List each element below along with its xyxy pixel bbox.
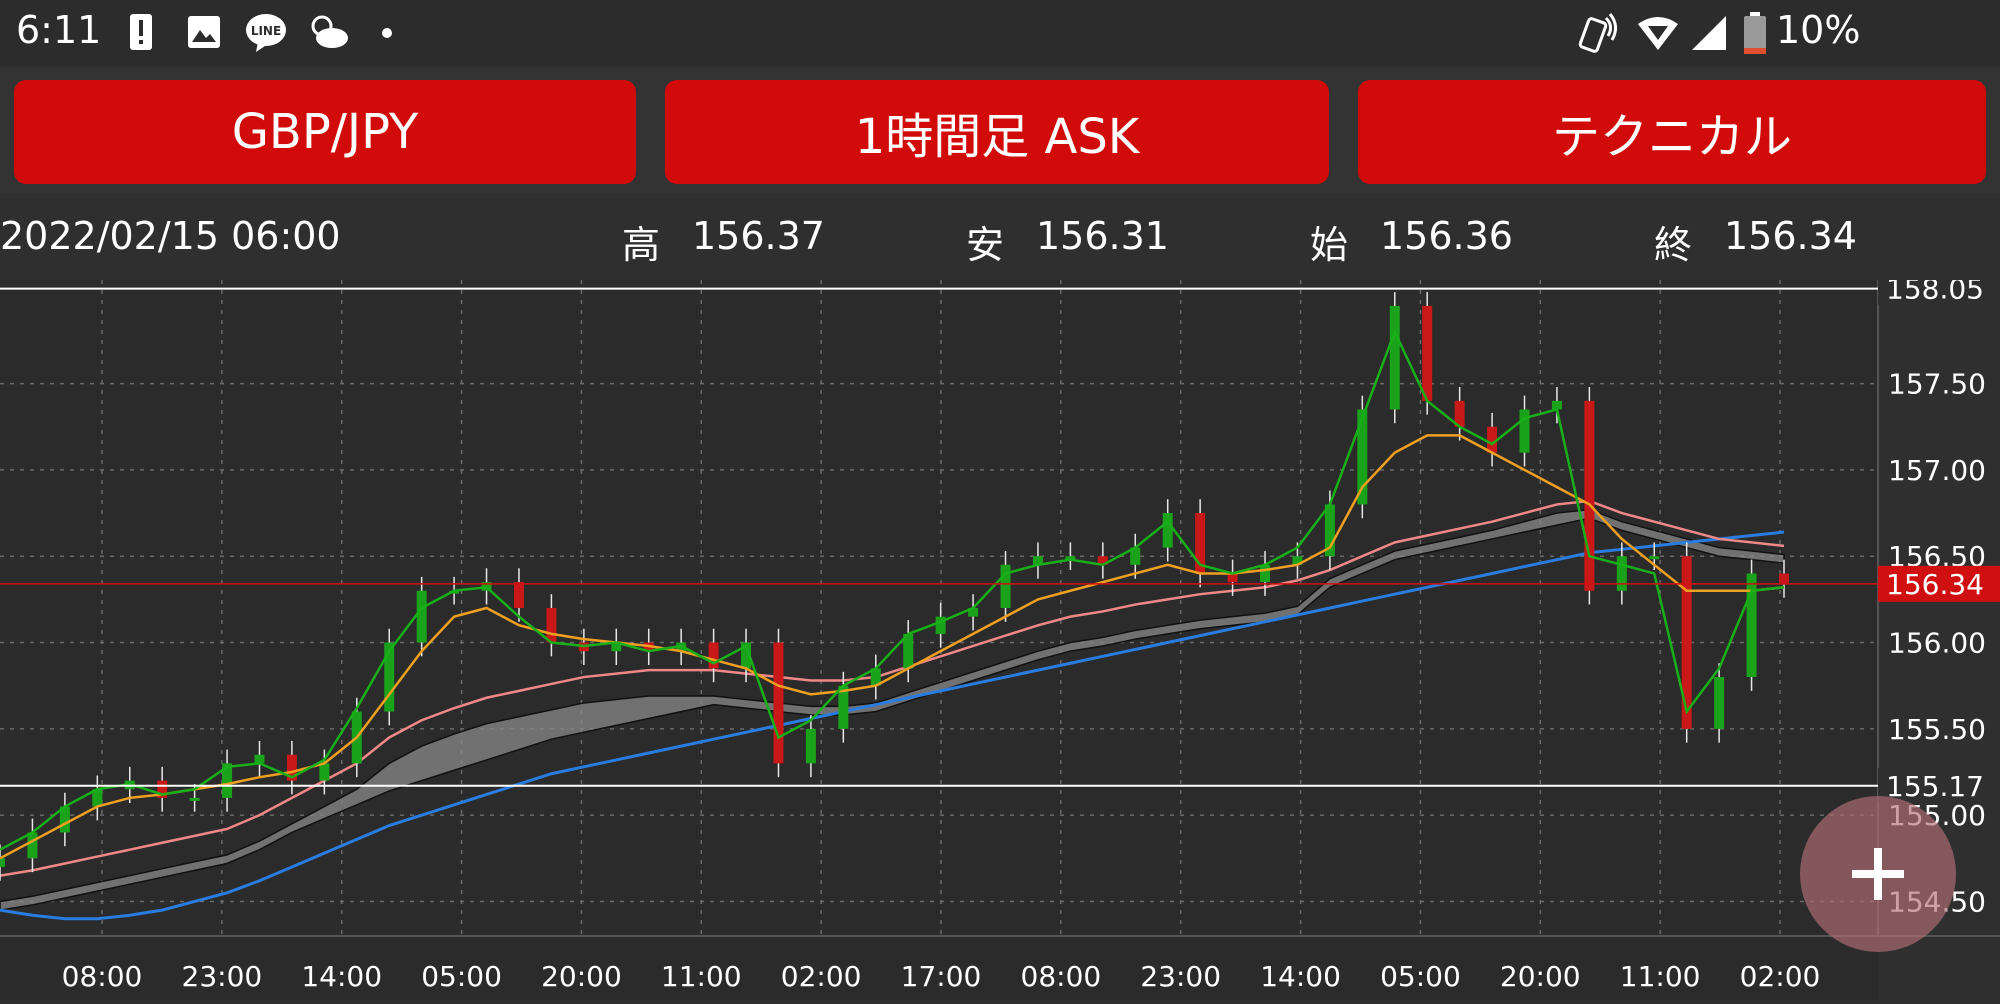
weather-icon [311, 15, 348, 48]
candle-body [513, 582, 524, 608]
candle-body [1551, 400, 1562, 410]
y-tick-label: 155.50 [1888, 713, 1986, 746]
image-icon [188, 16, 220, 48]
chart-svg[interactable]: 154.50155.00155.50156.00156.50157.00157.… [0, 270, 2000, 1000]
x-tick-label: 11:00 [1620, 960, 1701, 993]
x-tick-label: 23:00 [182, 960, 263, 993]
currency-pair-button[interactable]: GBP/JPY [14, 80, 636, 184]
y-tick-label: 156.00 [1888, 627, 1986, 660]
low-marker-label: 155.17 [1886, 770, 1984, 803]
wifi-icon [1638, 17, 1678, 50]
timeframe-button[interactable]: 1時間足 ASK [665, 80, 1329, 184]
candle-body [0, 858, 5, 867]
y-tick-label: 157.50 [1888, 368, 1986, 401]
add-button[interactable] [1800, 796, 1956, 952]
candle-body [254, 754, 265, 764]
ohlc-info-row: 2022/02/15 06:00 高 156.37 安 156.31 始 156… [0, 194, 2000, 280]
x-tick-label: 02:00 [1740, 960, 1821, 993]
candle-body [416, 590, 427, 643]
x-tick-label: 14:00 [1260, 960, 1341, 993]
phone-vibrate-icon [1578, 13, 1617, 53]
high-label: 高 [622, 223, 661, 267]
status-time: 6:11 [16, 8, 102, 52]
current-price-label: 156.34 [1886, 568, 1984, 601]
candle-body [1616, 556, 1627, 591]
candle-body [1714, 677, 1725, 729]
alert-icon [130, 14, 152, 50]
x-tick-label: 20:00 [1500, 960, 1581, 993]
x-tick-label: 05:00 [421, 960, 502, 993]
low-label: 安 [966, 223, 1005, 267]
candle-body [1260, 564, 1271, 583]
high-marker-label: 158.05 [1886, 280, 1984, 306]
toolbar: GBP/JPY 1時間足 ASK テクニカル [0, 66, 2000, 194]
candle-body [189, 797, 200, 801]
close-label: 終 [1654, 223, 1693, 267]
x-tick-label: 23:00 [1140, 960, 1221, 993]
candle-body [1389, 305, 1400, 410]
x-tick-label: 17:00 [901, 960, 982, 993]
x-tick-label: 20:00 [541, 960, 622, 993]
plus-icon [1852, 848, 1904, 900]
candle-body [1681, 556, 1692, 729]
status-bar: 6:11 LINE 10% [0, 0, 2000, 66]
candle-body [773, 642, 784, 764]
open-label: 始 [1310, 223, 1349, 267]
y-tick-label: 157.00 [1888, 454, 1986, 487]
x-tick-label: 11:00 [661, 960, 742, 993]
candle-body [1746, 573, 1757, 678]
x-tick-label: 02:00 [781, 960, 862, 993]
high-value: 156.37 [692, 214, 825, 258]
price-chart[interactable]: 154.50155.00155.50156.00156.50157.00157.… [0, 270, 2000, 1000]
x-tick-label: 14:00 [301, 960, 382, 993]
line-app-icon: LINE [246, 14, 286, 52]
x-tick-label: 05:00 [1380, 960, 1461, 993]
candle-body [319, 763, 330, 781]
technical-button[interactable]: テクニカル [1358, 80, 1986, 184]
candle-body [1584, 400, 1595, 591]
x-tick-label: 08:00 [1021, 960, 1102, 993]
svg-text:LINE: LINE [251, 24, 281, 38]
low-value: 156.31 [1036, 214, 1169, 258]
candle-body [1649, 556, 1660, 560]
candle-body [1779, 573, 1789, 584]
candle-body [1162, 513, 1173, 548]
candle-body [1227, 573, 1238, 583]
open-value: 156.36 [1380, 214, 1513, 258]
battery-percent: 10% [1776, 8, 1861, 52]
candle-body [27, 832, 38, 859]
dot-icon [382, 28, 392, 38]
battery-icon [1744, 12, 1766, 54]
close-value: 156.34 [1724, 214, 1857, 258]
candle-body [546, 608, 557, 643]
signal-icon [1692, 16, 1726, 50]
candle-datetime: 2022/02/15 06:00 [0, 214, 341, 258]
candle-body [1422, 305, 1433, 401]
candle-body [1357, 409, 1368, 505]
x-tick-label: 08:00 [62, 960, 143, 993]
candle-body [805, 728, 816, 764]
